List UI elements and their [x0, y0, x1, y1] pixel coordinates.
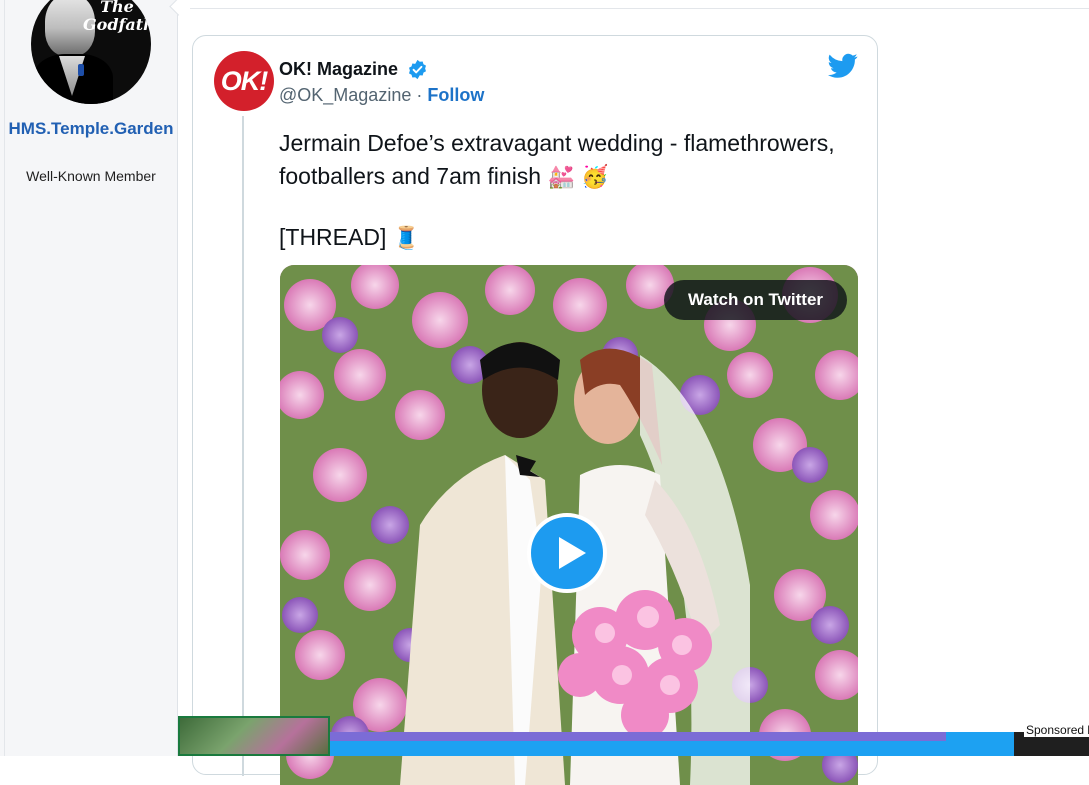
avatar-rose	[78, 64, 84, 76]
play-video-button[interactable]	[527, 513, 607, 593]
handle-separator: ·	[416, 85, 423, 105]
verified-badge-icon	[409, 59, 426, 80]
ok-magazine-logo[interactable]: OK!	[214, 51, 274, 111]
tweet-text-line: Jermain Defoe’s extravagant wedding - fl…	[279, 127, 839, 193]
party-face-emoji: 🥳	[581, 164, 609, 189]
sponsored-label: Sponsored b	[1024, 723, 1089, 737]
user-title: Well-Known Member	[26, 168, 156, 184]
account-name[interactable]: OK! Magazine	[279, 59, 398, 80]
user-avatar[interactable]: The Godfather	[31, 0, 151, 104]
tweet-thread-line: [THREAD] 🧵	[279, 221, 839, 254]
username-link[interactable]: HMS.Temple.Garden	[8, 115, 174, 142]
embedded-tweet[interactable]: OK! OK! Magazine @OK_Magazine · Follow J…	[192, 35, 878, 785]
sponsored-ad-bar[interactable]: Sponsored b	[178, 716, 1089, 756]
twitter-bird-icon[interactable]	[828, 53, 858, 79]
ad-banner-stripe	[330, 732, 946, 741]
tweet-body: Jermain Defoe’s extravagant wedding - fl…	[279, 127, 839, 254]
watch-on-twitter-button[interactable]: Watch on Twitter	[664, 280, 847, 320]
follow-link[interactable]: Follow	[427, 85, 484, 105]
thread-connector-line	[242, 116, 244, 776]
wedding-chapel-emoji: 💒	[547, 164, 575, 189]
account-handle-row: @OK_Magazine · Follow	[279, 85, 484, 106]
avatar-logo-text: The Godfather	[83, 0, 151, 34]
tweet-video[interactable]: Watch on Twitter	[280, 265, 858, 785]
post-user-sidebar: The Godfather HMS.Temple.Garden Well-Kno…	[0, 0, 178, 756]
thread-label: [THREAD]	[279, 224, 387, 250]
account-handle[interactable]: @OK_Magazine	[279, 85, 411, 105]
thread-spool-emoji: 🧵	[392, 225, 421, 250]
ad-thumbnail-image[interactable]	[178, 716, 330, 756]
post-top-divider	[190, 8, 1089, 9]
